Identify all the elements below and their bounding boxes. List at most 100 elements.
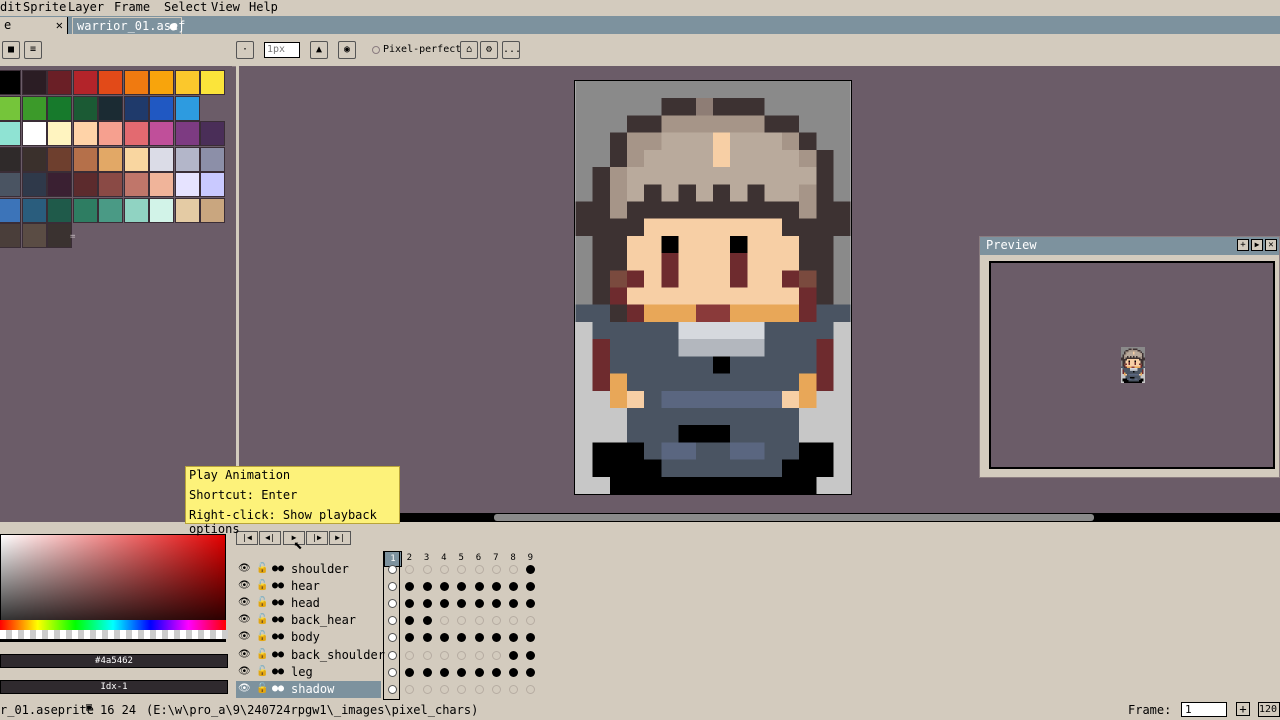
palette-swatch[interactable] xyxy=(21,95,47,121)
cel-marker[interactable] xyxy=(474,582,484,592)
frame-header[interactable]: 5 xyxy=(453,551,469,565)
lock-icon[interactable]: 🔓 xyxy=(256,666,268,677)
palette-swatch[interactable] xyxy=(200,121,225,146)
palette-swatch[interactable] xyxy=(72,146,98,172)
palette-swatch[interactable] xyxy=(123,197,149,223)
tab-warrior-file[interactable]: warrior_01.aseƒ ● xyxy=(72,17,185,34)
eye-icon[interactable]: 👁 xyxy=(238,614,251,625)
layer-row[interactable]: 👁 🔓 ●● leg xyxy=(236,664,381,681)
cel-marker[interactable] xyxy=(457,667,467,677)
lock-icon[interactable]: 🔓 xyxy=(256,683,268,694)
palette-view-grid-icon[interactable]: ■ xyxy=(2,41,20,59)
hue-slider[interactable] xyxy=(0,620,226,630)
palette-swatch[interactable] xyxy=(21,121,47,146)
palette-swatch[interactable] xyxy=(149,146,174,172)
cel-marker[interactable] xyxy=(422,616,432,626)
eye-icon[interactable]: 👁 xyxy=(238,580,251,591)
menu-layer[interactable]: Layer xyxy=(68,0,104,16)
menu-sprite[interactable]: Sprite xyxy=(23,0,66,16)
palette-swatch[interactable] xyxy=(98,197,123,223)
frame-header[interactable]: 3 xyxy=(419,551,435,565)
palette-swatch[interactable] xyxy=(47,95,72,121)
layer-row[interactable]: 👁 🔓 ●● back_hear xyxy=(236,612,381,629)
layer-row[interactable]: 👁 🔓 ●● shadow xyxy=(236,680,381,698)
palette-swatch[interactable] xyxy=(0,70,21,95)
cel-marker[interactable] xyxy=(388,650,397,660)
cel-marker[interactable] xyxy=(474,684,484,694)
menu-view[interactable]: View xyxy=(211,0,240,16)
lock-icon[interactable]: 🔓 xyxy=(256,597,268,608)
palette-swatch[interactable] xyxy=(123,172,149,197)
cel-marker[interactable] xyxy=(422,599,432,609)
palette-swatch[interactable] xyxy=(0,146,21,172)
lock-icon[interactable]: 🔓 xyxy=(256,649,268,660)
palette-swatch[interactable] xyxy=(47,146,72,172)
cel-marker[interactable] xyxy=(388,565,397,574)
alpha-slider[interactable] xyxy=(0,630,228,639)
layer-row[interactable]: 👁 🔓 ●● head xyxy=(236,595,381,612)
continuous-icon[interactable]: ●● xyxy=(272,666,284,677)
cel-marker[interactable] xyxy=(491,599,501,609)
menu-frame[interactable]: Frame xyxy=(114,0,150,16)
cel-marker[interactable] xyxy=(422,667,432,677)
palette-swatch[interactable] xyxy=(174,70,200,95)
palette-swatch[interactable] xyxy=(0,172,21,197)
ink-icon[interactable]: ◉ xyxy=(338,41,356,59)
palette-swatch[interactable] xyxy=(123,95,149,121)
continuous-icon[interactable]: ●● xyxy=(272,580,284,591)
palette-swatch[interactable] xyxy=(200,70,225,95)
cel-marker[interactable] xyxy=(491,684,501,694)
layer-row[interactable]: 👁 🔓 ●● back_shoulder xyxy=(236,647,385,664)
cel-marker[interactable] xyxy=(422,650,432,660)
color-hex-field[interactable]: #4a5462 xyxy=(0,654,228,668)
palette-swatch[interactable] xyxy=(21,197,47,223)
pressure-icon[interactable]: ▲ xyxy=(310,41,328,59)
frame-header[interactable]: 2 xyxy=(401,551,417,565)
cel-marker[interactable] xyxy=(422,633,432,643)
cel-marker[interactable] xyxy=(526,650,536,660)
cel-marker[interactable] xyxy=(439,667,449,677)
palette-swatch[interactable] xyxy=(72,95,98,121)
palette-resize-handle[interactable]: = xyxy=(70,232,75,242)
palette-swatch[interactable] xyxy=(21,223,47,248)
lock-icon[interactable]: 🔓 xyxy=(256,631,268,642)
frame-header[interactable]: 9 xyxy=(522,551,538,565)
eye-icon[interactable]: 👁 xyxy=(238,631,251,642)
palette-swatch[interactable] xyxy=(123,146,149,172)
color-index-field[interactable]: Idx-1 xyxy=(0,680,228,694)
continuous-icon[interactable]: ●● xyxy=(272,563,284,574)
layer-row[interactable]: 👁 🔓 ●● body xyxy=(236,629,381,646)
cel-marker[interactable] xyxy=(439,650,449,660)
palette-swatch[interactable] xyxy=(72,70,98,95)
cel-marker[interactable] xyxy=(474,667,484,677)
palette-swatch[interactable] xyxy=(149,172,174,197)
palette-swatch[interactable] xyxy=(72,197,98,223)
scrollbar-thumb[interactable] xyxy=(494,514,1094,521)
cel-marker[interactable] xyxy=(474,633,484,643)
palette-swatch[interactable] xyxy=(21,172,47,197)
palette-swatch[interactable] xyxy=(123,121,149,146)
palette-swatch[interactable] xyxy=(174,197,200,223)
palette-swatch[interactable] xyxy=(149,197,174,223)
palette-swatch[interactable] xyxy=(98,95,123,121)
palette-swatch[interactable] xyxy=(200,197,225,223)
cel-marker[interactable] xyxy=(474,565,484,574)
brush-size-input[interactable]: 1px xyxy=(264,42,300,58)
cel-marker[interactable] xyxy=(474,650,484,660)
cel-marker[interactable] xyxy=(509,667,519,677)
palette-swatch[interactable] xyxy=(200,146,225,172)
palette-swatch[interactable] xyxy=(47,223,72,248)
lock-icon[interactable]: 🔓 xyxy=(256,614,268,625)
cel-marker[interactable] xyxy=(422,582,432,592)
palette-swatch[interactable] xyxy=(200,172,225,197)
palette-swatch[interactable] xyxy=(21,146,47,172)
brush-type-icon[interactable]: · xyxy=(236,41,254,59)
palette-swatch[interactable] xyxy=(149,95,174,121)
palette-swatch[interactable] xyxy=(0,121,21,146)
palette-swatch[interactable] xyxy=(72,172,98,197)
lock-icon[interactable]: 🔓 xyxy=(256,563,268,574)
palette-swatch[interactable] xyxy=(98,121,123,146)
modified-dot-icon[interactable]: ● xyxy=(170,18,177,34)
cel-marker[interactable] xyxy=(509,650,519,660)
palette-swatch[interactable] xyxy=(0,223,21,248)
